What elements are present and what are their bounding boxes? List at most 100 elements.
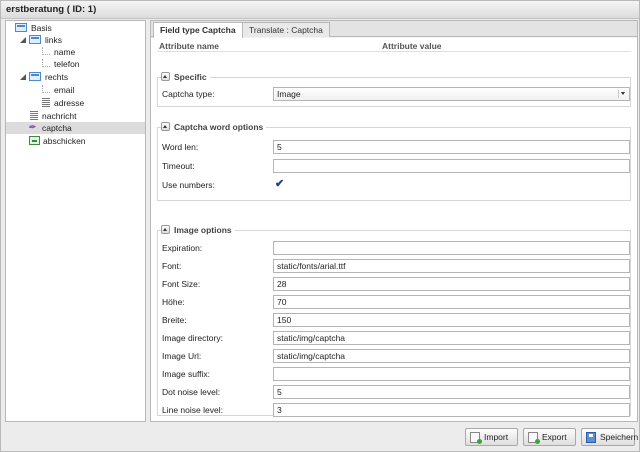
field-label: Image suffix: <box>162 369 211 379</box>
fieldset-legend: Captcha word options <box>161 121 267 133</box>
captcha-icon: ✒ <box>28 122 36 132</box>
button-label: Export <box>542 432 567 442</box>
button-label: Import <box>484 432 509 442</box>
editor-window: erstberatung ( ID: 1) Basis links name t… <box>0 0 640 452</box>
field-label: Image Url: <box>162 351 202 361</box>
row-image-directory: Image directory: static/img/captcha <box>162 331 630 345</box>
tree-node-label: telefon <box>54 59 80 69</box>
tree-node-label: Basis <box>31 23 52 33</box>
font-size-input[interactable]: 28 <box>273 277 630 291</box>
width-input[interactable]: 150 <box>273 313 630 327</box>
expand-arrow-icon[interactable] <box>20 37 26 43</box>
import-icon <box>470 432 482 444</box>
tree-node-label: nachricht <box>42 111 77 121</box>
tree-node-label: adresse <box>54 98 85 108</box>
field-icon <box>42 47 50 55</box>
fieldset-word-options: Captcha word options Word len: 5 Timeout… <box>157 121 631 201</box>
field-icon <box>42 59 50 67</box>
chevron-down-icon <box>618 90 627 98</box>
tree-node-label: rechts <box>45 72 69 82</box>
collapse-icon[interactable] <box>161 122 170 131</box>
image-url-input[interactable]: static/img/captcha <box>273 349 630 363</box>
form-icon <box>15 23 27 32</box>
row-word-len: Word len: 5 <box>162 140 630 154</box>
legend-label: Specific <box>174 72 207 82</box>
use-numbers-checkbox[interactable]: ✔ <box>275 179 285 190</box>
tree-node-captcha[interactable]: ✒ captcha <box>6 122 145 134</box>
footer-toolbar: Import Export Speichern <box>1 425 639 451</box>
row-use-numbers: Use numbers: ✔ <box>162 178 628 192</box>
tab-translate[interactable]: Translate : Captcha <box>242 22 330 37</box>
field-icon <box>42 85 50 93</box>
field-label: Image directory: <box>162 333 223 343</box>
row-height: Höhe: 70 <box>162 295 630 309</box>
row-image-suffix: Image suffix: <box>162 367 630 381</box>
legend-label: Image options <box>174 225 232 235</box>
tree-node-name[interactable]: name <box>8 46 145 58</box>
height-input[interactable]: 70 <box>273 295 630 309</box>
field-label: Timeout: <box>162 161 195 171</box>
dot-noise-input[interactable]: 5 <box>273 385 630 399</box>
tree-node-telefon[interactable]: telefon <box>8 58 145 70</box>
button-label: Speichern <box>600 432 639 442</box>
tab-bar: Field type Captcha Translate : Captcha <box>151 21 637 38</box>
row-captcha-type: Captcha type: Image <box>162 87 630 101</box>
font-input[interactable]: static/fonts/arial.ttf <box>273 259 630 273</box>
field-label: Use numbers: <box>162 180 215 190</box>
tree-node-abschicken[interactable]: abschicken <box>8 135 145 147</box>
field-label: Font Size: <box>162 279 201 289</box>
row-image-url: Image Url: static/img/captcha <box>162 349 630 363</box>
tree-node-nachricht[interactable]: nachricht <box>8 110 145 122</box>
word-len-input[interactable]: 5 <box>273 140 630 154</box>
floppy-disk-icon <box>586 432 596 443</box>
collapse-icon[interactable] <box>161 225 170 234</box>
collapse-icon[interactable] <box>161 72 170 81</box>
image-directory-input[interactable]: static/img/captcha <box>273 331 630 345</box>
fieldset-legend: Image options <box>161 224 235 236</box>
form-tree: Basis links name telefon rechts email ad… <box>5 20 146 422</box>
tree-node-label: captcha <box>42 123 72 133</box>
tree-node-rechts[interactable]: rechts <box>8 71 145 83</box>
fieldset-legend: Specific <box>161 71 210 83</box>
expiration-input[interactable] <box>273 241 630 255</box>
row-expiration: Expiration: <box>162 241 630 255</box>
textarea-icon <box>30 111 38 120</box>
row-line-noise: Line noise level: 3 <box>162 403 630 417</box>
import-button[interactable]: Import <box>465 428 518 446</box>
tree-node-basis[interactable]: Basis <box>8 22 145 34</box>
captcha-type-select[interactable]: Image <box>273 87 630 101</box>
export-icon <box>528 432 540 444</box>
field-label: Font: <box>162 261 182 271</box>
expand-arrow-icon[interactable] <box>20 74 26 80</box>
tree-node-label: links <box>45 35 63 45</box>
fieldset-specific: Specific Captcha type: Image <box>157 71 631 107</box>
tab-field-type[interactable]: Field type Captcha <box>153 22 243 38</box>
field-label: Dot noise level: <box>162 387 221 397</box>
timeout-input[interactable] <box>273 159 630 173</box>
tree-node-label: name <box>54 47 76 57</box>
field-label: Expiration: <box>162 243 203 253</box>
window-title: erstberatung ( ID: 1) <box>1 1 639 19</box>
submit-icon <box>29 136 40 145</box>
fieldset-image-options: Image options Expiration: Font: static/f… <box>157 224 631 417</box>
legend-label: Captcha word options <box>174 122 264 132</box>
field-label: Breite: <box>162 315 187 325</box>
form-icon <box>29 72 41 81</box>
tree-node-email[interactable]: email <box>8 84 145 96</box>
field-label: Captcha type: <box>162 89 215 99</box>
select-value: Image <box>277 89 301 99</box>
tree-node-links[interactable]: links <box>8 34 145 46</box>
save-button[interactable]: Speichern <box>581 428 639 446</box>
export-button[interactable]: Export <box>523 428 576 446</box>
tree-node-adresse[interactable]: adresse <box>8 97 145 109</box>
row-timeout: Timeout: <box>162 159 630 173</box>
row-font: Font: static/fonts/arial.ttf <box>162 259 630 273</box>
attribute-content: Attribute name Attribute value Specific … <box>151 38 637 421</box>
tree-node-label: email <box>54 85 75 95</box>
row-width: Breite: 150 <box>162 313 630 327</box>
field-label: Line noise level: <box>162 405 223 415</box>
row-dot-noise: Dot noise level: 5 <box>162 385 630 399</box>
line-noise-input[interactable]: 3 <box>273 403 630 417</box>
image-suffix-input[interactable] <box>273 367 630 381</box>
row-font-size: Font Size: 28 <box>162 277 630 291</box>
